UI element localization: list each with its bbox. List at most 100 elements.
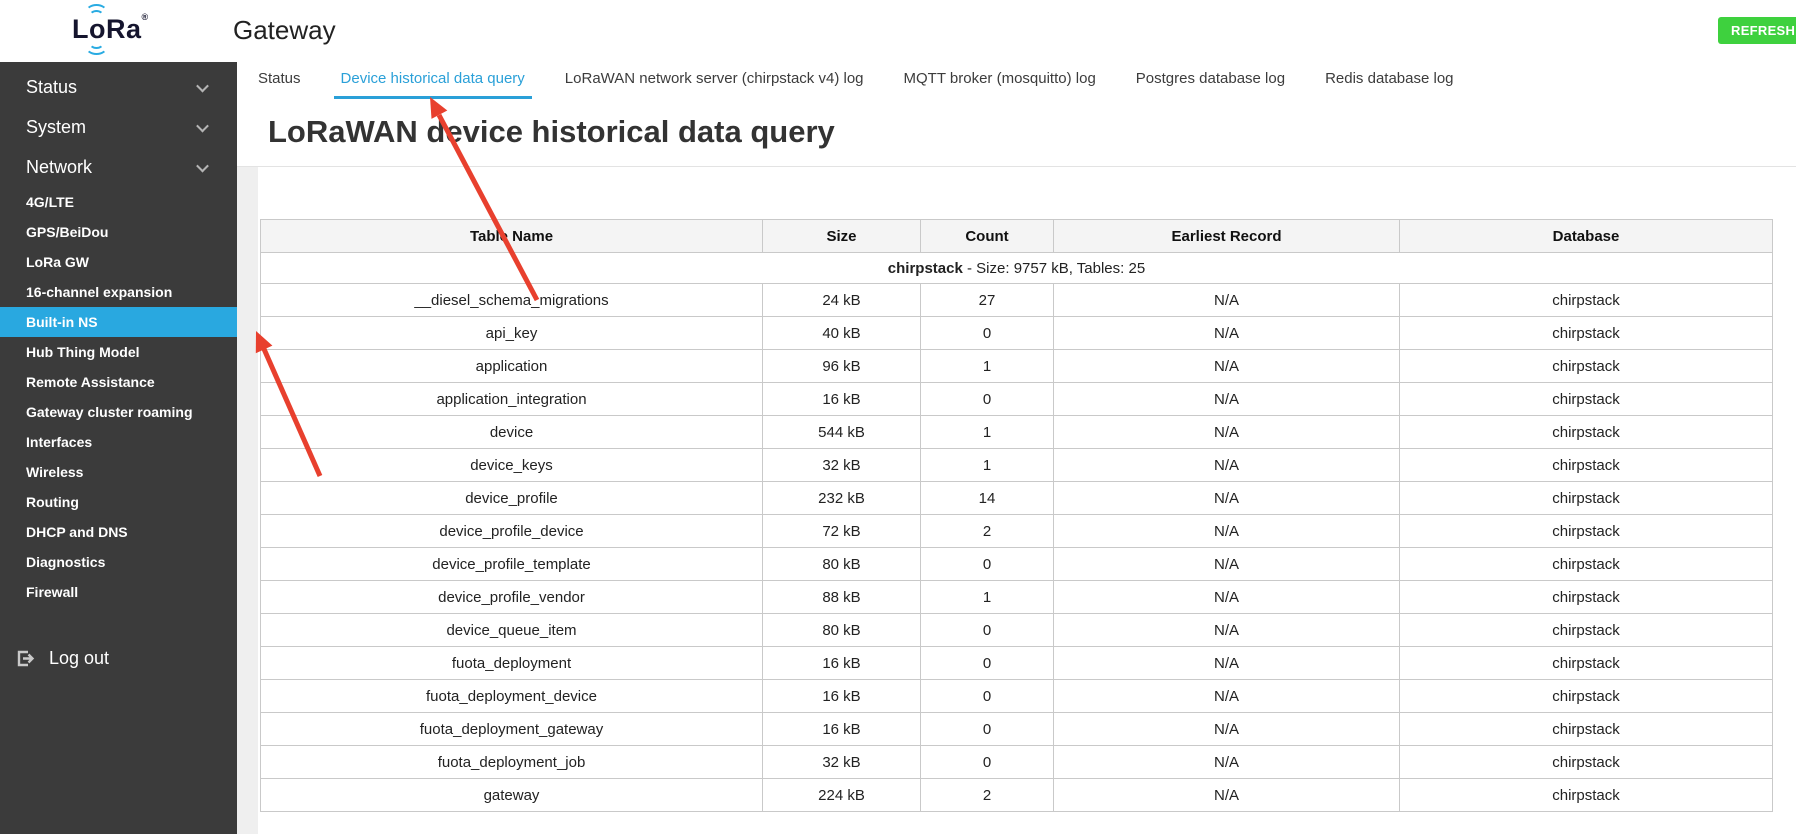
cell-size: 16 kB — [763, 647, 921, 680]
sidebar-item-16-channel-expansion[interactable]: 16-channel expansion — [0, 277, 237, 307]
cell-count: 0 — [921, 614, 1054, 647]
content-divider — [237, 166, 1796, 167]
cell-count: 27 — [921, 284, 1054, 317]
tab-bar: Status Device historical data query LoRaWA… — [237, 62, 1796, 102]
summary-details: - Size: 9757 kB, Tables: 25 — [963, 260, 1145, 277]
table-row: fuota_deployment16 kB0N/Achirpstack — [261, 647, 1773, 680]
cell-database: chirpstack — [1400, 515, 1773, 548]
cell-size: 72 kB — [763, 515, 921, 548]
column-header-database: Database — [1400, 220, 1773, 253]
table-row: device_queue_item80 kB0N/Achirpstack — [261, 614, 1773, 647]
cell-count: 2 — [921, 515, 1054, 548]
cell-size: 80 kB — [763, 614, 921, 647]
table-row: gateway224 kB2N/Achirpstack — [261, 779, 1773, 812]
sidebar-section-network[interactable]: Network — [0, 147, 237, 187]
sidebar-section-label: Status — [26, 77, 77, 98]
table-row: __diesel_schema_migrations24 kB27N/Achir… — [261, 284, 1773, 317]
column-header-count: Count — [921, 220, 1054, 253]
sidebar-network-items: 4G/LTEGPS/BeiDouLoRa GW16-channel expans… — [0, 187, 237, 607]
tab-mqtt-broker-mosquitto-log[interactable]: MQTT broker (mosquitto) log — [897, 62, 1103, 99]
cell-earliest-record: N/A — [1054, 383, 1400, 416]
table-row: device_keys32 kB1N/Achirpstack — [261, 449, 1773, 482]
cell-database: chirpstack — [1400, 680, 1773, 713]
cell-table-name: device_queue_item — [261, 614, 763, 647]
cell-count: 0 — [921, 746, 1054, 779]
lora-signal-arc-icon — [85, 37, 108, 55]
database-tables-table: Table NameSizeCountEarliest RecordDataba… — [260, 219, 1773, 812]
cell-database: chirpstack — [1400, 350, 1773, 383]
cell-count: 0 — [921, 647, 1054, 680]
sidebar-item-gateway-cluster-roaming[interactable]: Gateway cluster roaming — [0, 397, 237, 427]
table-row: fuota_deployment_job32 kB0N/Achirpstack — [261, 746, 1773, 779]
cell-table-name: application_integration — [261, 383, 763, 416]
cell-size: 40 kB — [763, 317, 921, 350]
cell-count: 14 — [921, 482, 1054, 515]
cell-earliest-record: N/A — [1054, 284, 1400, 317]
cell-earliest-record: N/A — [1054, 317, 1400, 350]
cell-size: 16 kB — [763, 680, 921, 713]
cell-size: 32 kB — [763, 746, 921, 779]
sidebar-item-gps-beidou[interactable]: GPS/BeiDou — [0, 217, 237, 247]
sidebar-item-diagnostics[interactable]: Diagnostics — [0, 547, 237, 577]
cell-earliest-record: N/A — [1054, 713, 1400, 746]
sidebar-item-dhcp-and-dns[interactable]: DHCP and DNS — [0, 517, 237, 547]
cell-table-name: device — [261, 416, 763, 449]
table-row: device_profile_vendor88 kB1N/Achirpstack — [261, 581, 1773, 614]
sidebar-item-interfaces[interactable]: Interfaces — [0, 427, 237, 457]
sidebar-section-status[interactable]: Status — [0, 67, 237, 107]
summary-database-name: chirpstack — [888, 260, 963, 277]
cell-earliest-record: N/A — [1054, 647, 1400, 680]
tab-status[interactable]: Status — [251, 62, 308, 99]
cell-size: 232 kB — [763, 482, 921, 515]
cell-size: 16 kB — [763, 383, 921, 416]
cell-table-name: application — [261, 350, 763, 383]
cell-earliest-record: N/A — [1054, 416, 1400, 449]
cell-size: 80 kB — [763, 548, 921, 581]
table-row: device_profile_template80 kB0N/Achirpsta… — [261, 548, 1773, 581]
cell-table-name: __diesel_schema_migrations — [261, 284, 763, 317]
tab-redis-database-log[interactable]: Redis database log — [1318, 62, 1460, 99]
cell-database: chirpstack — [1400, 383, 1773, 416]
chevron-down-icon — [196, 159, 209, 172]
sidebar-item-hub-thing-model[interactable]: Hub Thing Model — [0, 337, 237, 367]
refresh-button[interactable]: REFRESHING — [1718, 17, 1796, 44]
table-header-row: Table NameSizeCountEarliest RecordDataba… — [261, 220, 1773, 253]
cell-earliest-record: N/A — [1054, 746, 1400, 779]
tab-postgres-database-log[interactable]: Postgres database log — [1129, 62, 1292, 99]
cell-size: 16 kB — [763, 713, 921, 746]
column-header-size: Size — [763, 220, 921, 253]
cell-database: chirpstack — [1400, 482, 1773, 515]
cell-database: chirpstack — [1400, 713, 1773, 746]
table-row: device_profile232 kB14N/Achirpstack — [261, 482, 1773, 515]
cell-earliest-record: N/A — [1054, 482, 1400, 515]
cell-earliest-record: N/A — [1054, 515, 1400, 548]
cell-database: chirpstack — [1400, 416, 1773, 449]
cell-earliest-record: N/A — [1054, 614, 1400, 647]
cell-size: 96 kB — [763, 350, 921, 383]
sidebar-item-firewall[interactable]: Firewall — [0, 577, 237, 607]
sidebar-section-label: System — [26, 117, 86, 138]
cell-table-name: device_profile — [261, 482, 763, 515]
tab-device-historical-data-query[interactable]: Device historical data query — [334, 62, 532, 99]
cell-earliest-record: N/A — [1054, 350, 1400, 383]
cell-table-name: device_profile_vendor — [261, 581, 763, 614]
sidebar-item-built-in-ns[interactable]: Built-in NS — [0, 307, 237, 337]
sidebar-item-routing[interactable]: Routing — [0, 487, 237, 517]
database-summary-row: chirpstack - Size: 9757 kB, Tables: 25 — [261, 253, 1773, 284]
top-bar: LoRa® Gateway REFRESHING — [0, 0, 1796, 62]
cell-table-name: api_key — [261, 317, 763, 350]
sidebar-item-remote-assistance[interactable]: Remote Assistance — [0, 367, 237, 397]
cell-database: chirpstack — [1400, 449, 1773, 482]
table-row: application96 kB1N/Achirpstack — [261, 350, 1773, 383]
sidebar-item-logout[interactable]: Log out — [0, 643, 237, 673]
sidebar-item-4g-lte[interactable]: 4G/LTE — [0, 187, 237, 217]
cell-earliest-record: N/A — [1054, 680, 1400, 713]
cell-count: 1 — [921, 416, 1054, 449]
sidebar-item-wireless[interactable]: Wireless — [0, 457, 237, 487]
sidebar-item-lora-gw[interactable]: LoRa GW — [0, 247, 237, 277]
cell-size: 88 kB — [763, 581, 921, 614]
sidebar-section-system[interactable]: System — [0, 107, 237, 147]
tab-lorawan-network-server-chirpstack-v4-log[interactable]: LoRaWAN network server (chirpstack v4) l… — [558, 62, 871, 99]
cell-database: chirpstack — [1400, 746, 1773, 779]
page-title: LoRaWAN device historical data query — [268, 114, 835, 150]
